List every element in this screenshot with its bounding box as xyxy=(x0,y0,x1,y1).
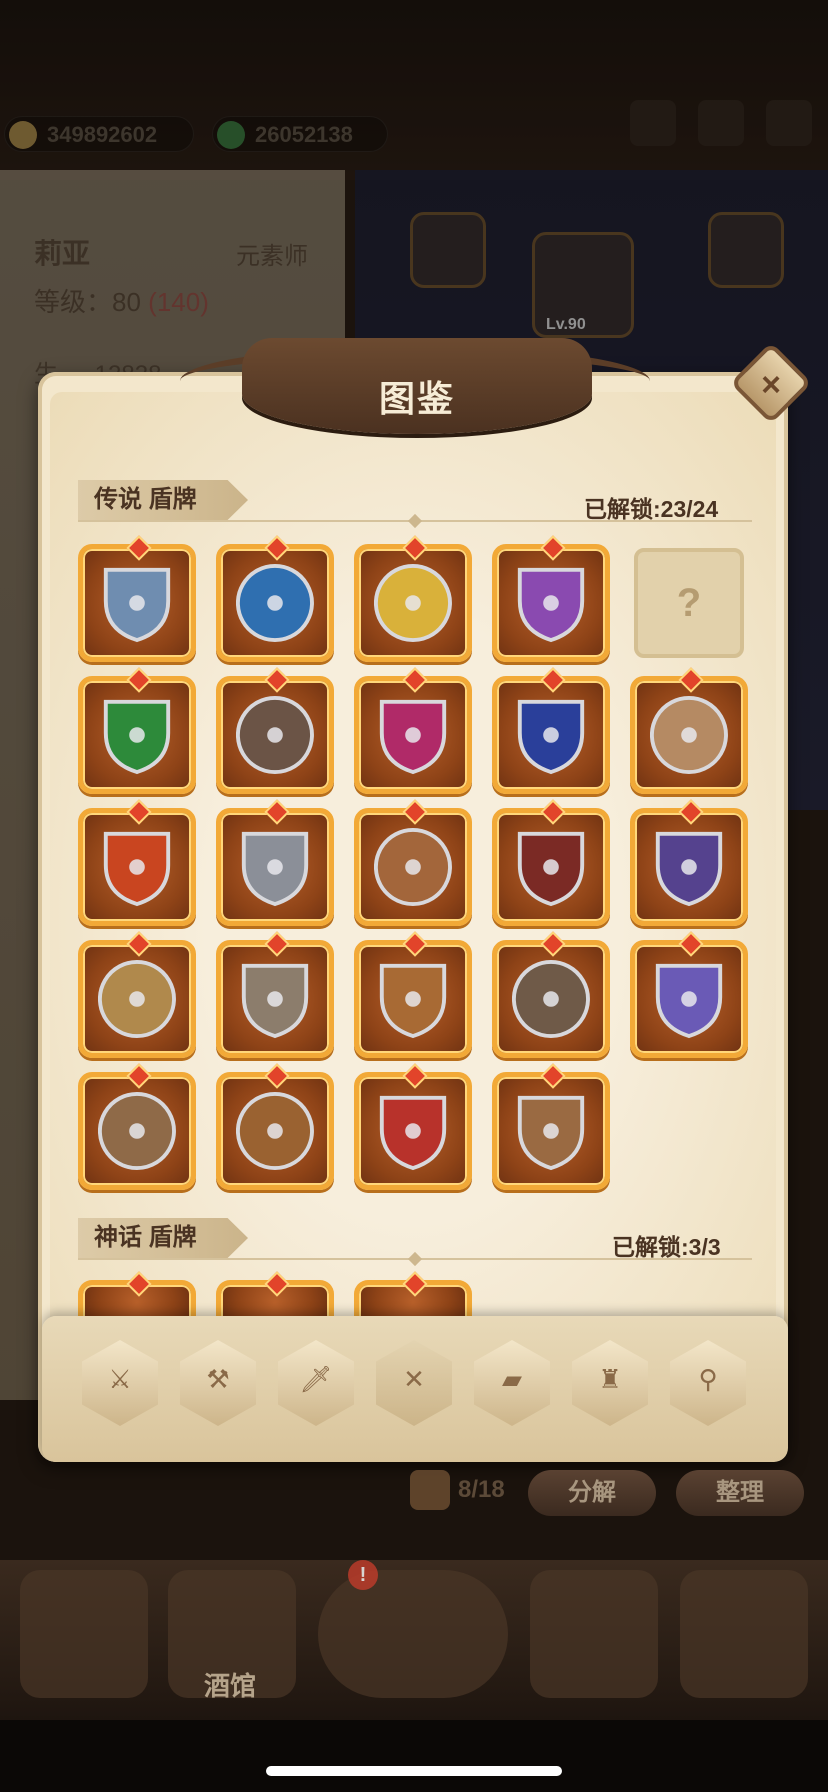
clover-shield-icon xyxy=(103,699,171,775)
shield-tile[interactable] xyxy=(216,1072,334,1190)
flower-shield-icon xyxy=(379,699,447,775)
section-tag-legendary: 传说 盾牌 xyxy=(78,480,248,520)
shield-tile[interactable] xyxy=(492,676,610,794)
locked-slot[interactable]: ? xyxy=(634,548,744,658)
shield-tile[interactable] xyxy=(630,808,748,926)
shield-tile[interactable] xyxy=(78,808,196,926)
seahorse-shield-icon xyxy=(517,699,585,775)
bag-count: 8/18 xyxy=(458,1476,505,1503)
dialog-title: 图鉴 xyxy=(378,378,455,419)
shield-tile[interactable] xyxy=(492,940,610,1058)
purple-slab-shield-icon xyxy=(655,831,723,907)
shield-tile[interactable] xyxy=(630,676,748,794)
mythic-shield-tile[interactable] xyxy=(216,1280,334,1320)
spiked-shield-icon xyxy=(236,696,314,774)
wooden-round-shield-icon xyxy=(374,828,452,906)
iron-round-shield-icon xyxy=(512,960,590,1038)
round-yellow-blue-shield-icon xyxy=(374,564,452,642)
shield-tile[interactable] xyxy=(216,940,334,1058)
stone-shield-icon xyxy=(241,963,309,1039)
nav-alert-badge: ! xyxy=(348,1560,378,1590)
hourglass-shield-icon xyxy=(517,567,585,643)
stag-shield-icon xyxy=(103,567,171,643)
shield-tile[interactable] xyxy=(78,940,196,1058)
decompose-button[interactable]: 分解 xyxy=(528,1470,656,1516)
crimson-curved-shield-icon xyxy=(517,831,585,907)
shield-tile[interactable] xyxy=(78,676,196,794)
nav-adventure[interactable] xyxy=(318,1570,508,1698)
bronze-heater-shield-icon xyxy=(517,1095,585,1171)
shield-tile[interactable] xyxy=(354,1072,472,1190)
wood-kite-shield-icon xyxy=(379,963,447,1039)
shield-tile[interactable] xyxy=(354,544,472,662)
home-indicator[interactable] xyxy=(266,1766,562,1776)
shield-tile[interactable] xyxy=(216,544,334,662)
diamond-steel-shield-icon xyxy=(241,831,309,907)
mythic-shield-tile[interactable] xyxy=(78,1280,196,1320)
section-tag-mythic: 神话 盾牌 xyxy=(78,1218,248,1258)
white-axe-shield-icon xyxy=(650,696,728,774)
shield-tile[interactable] xyxy=(630,940,748,1058)
plank-round-shield-icon xyxy=(98,1092,176,1170)
nav-forge[interactable] xyxy=(680,1570,808,1698)
nav-shop[interactable] xyxy=(530,1570,658,1698)
section-unlocked-legendary: 已解锁:23/24 xyxy=(584,496,719,522)
shield-tile[interactable] xyxy=(78,1072,196,1190)
shield-tile[interactable] xyxy=(492,808,610,926)
nav-tavern-label: 酒馆 xyxy=(204,1671,257,1701)
axe-shield-icon xyxy=(236,564,314,642)
red-black-shield-icon xyxy=(379,1095,447,1171)
shield-tile[interactable] xyxy=(354,808,472,926)
shield-tile[interactable] xyxy=(216,676,334,794)
bag-icon xyxy=(410,1470,450,1510)
shield-tile[interactable] xyxy=(216,808,334,926)
studded-round-shield-icon xyxy=(236,1092,314,1170)
shield-tile[interactable] xyxy=(354,676,472,794)
brass-buckler-icon xyxy=(98,960,176,1038)
shield-tile[interactable] xyxy=(492,1072,610,1190)
wolf-shield-icon xyxy=(103,831,171,907)
shield-tile[interactable] xyxy=(354,940,472,1058)
nav-home[interactable] xyxy=(20,1570,148,1698)
shield-tile[interactable] xyxy=(78,544,196,662)
sort-button[interactable]: 整理 xyxy=(676,1470,804,1516)
section-unlocked-mythic: 已解锁:3/3 xyxy=(612,1234,721,1260)
shield-tile[interactable] xyxy=(492,544,610,662)
violet-heater-shield-icon xyxy=(655,963,723,1039)
mythic-shield-tile[interactable] xyxy=(354,1280,472,1320)
bottom-strip xyxy=(0,1720,828,1792)
